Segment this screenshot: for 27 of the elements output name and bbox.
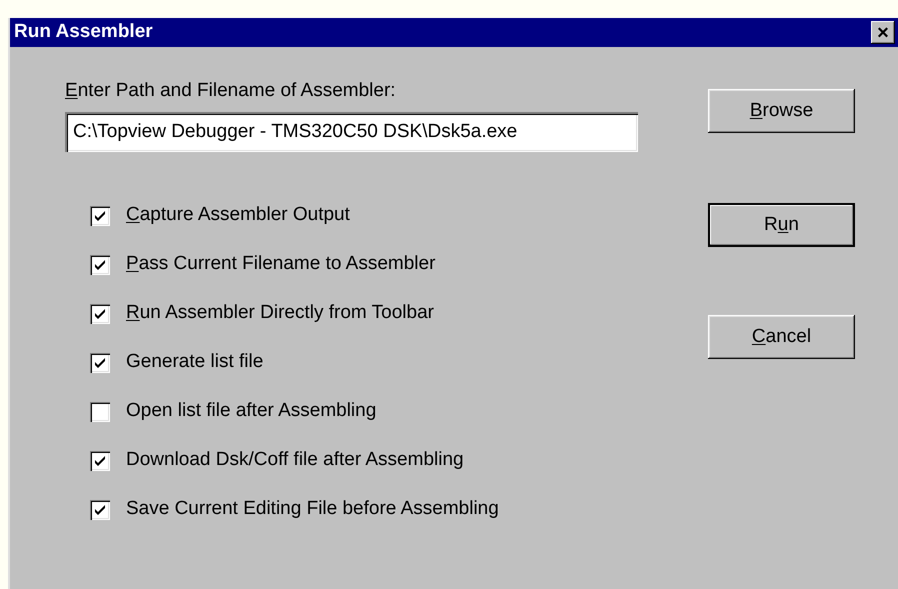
check-icon	[94, 454, 106, 466]
check-icon	[94, 356, 106, 368]
checkbox[interactable]	[90, 500, 110, 520]
checkbox-label[interactable]: Open list file after Assembling	[126, 397, 376, 426]
check-icon	[94, 308, 106, 320]
dialog-button[interactable]: Run	[708, 203, 855, 247]
path-label: Enter Path and Filename of Assembler:	[65, 79, 396, 103]
checkbox[interactable]	[90, 450, 110, 470]
close-button[interactable]: ×	[871, 21, 895, 44]
window-title: Run Assembler	[14, 20, 153, 44]
check-icon	[94, 210, 106, 222]
checkbox-label[interactable]: Save Current Editing File before Assembling	[126, 495, 499, 524]
dialog-button[interactable]: Cancel	[708, 315, 855, 359]
checkbox-label[interactable]: Pass Current Filename to Assembler	[126, 250, 436, 279]
checkbox[interactable]	[90, 304, 110, 324]
dialog-button[interactable]: Browse	[708, 89, 855, 133]
checkbox-label[interactable]: Capture Assembler Output	[126, 201, 350, 230]
checkbox[interactable]	[90, 206, 110, 226]
checkbox[interactable]	[90, 352, 110, 372]
checkbox[interactable]	[90, 254, 110, 274]
checkbox[interactable]	[90, 402, 110, 422]
checkbox-label[interactable]: Run Assembler Directly from Toolbar	[126, 299, 434, 328]
check-icon	[94, 258, 106, 270]
check-icon	[94, 504, 106, 516]
checkbox-label[interactable]: Download Dsk/Coff file after Assembling	[126, 446, 464, 475]
checkbox-label[interactable]: Generate list file	[126, 348, 264, 377]
path-field[interactable]: C:\Topview Debugger - TMS320C50 DSK\Dsk5a.exe	[65, 112, 638, 152]
